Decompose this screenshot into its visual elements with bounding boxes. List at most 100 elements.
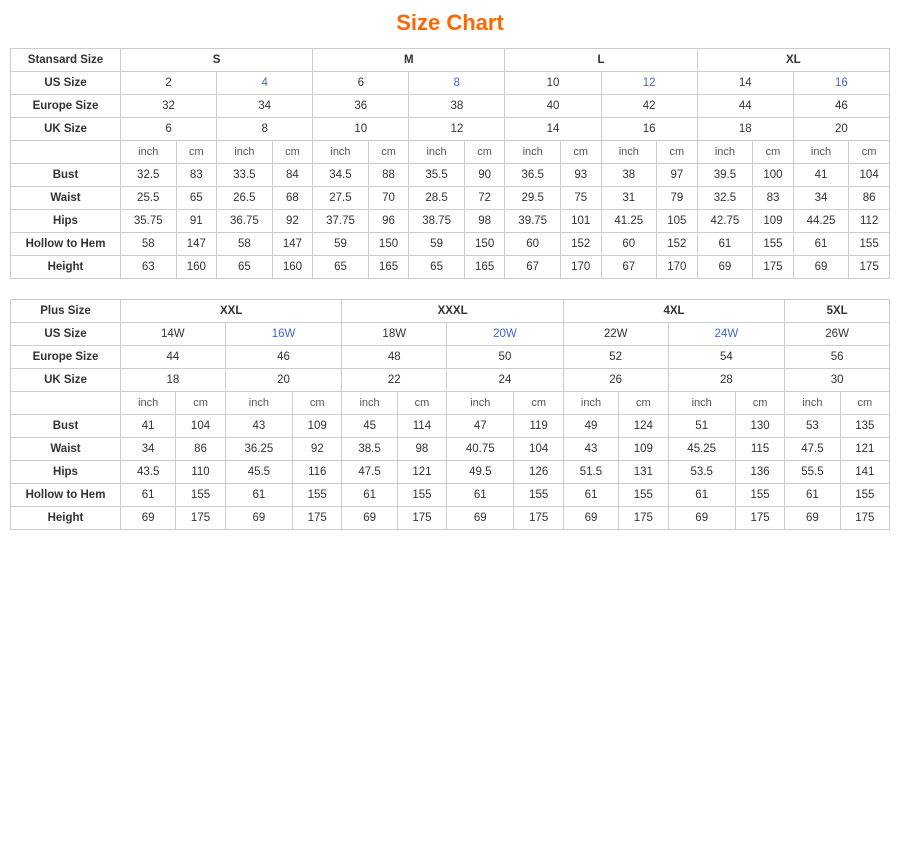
- unit-label: cm: [464, 141, 505, 164]
- waist-value: 75: [560, 187, 601, 210]
- hips-value: 49.5: [447, 461, 514, 484]
- height-value: 69: [697, 256, 753, 279]
- bust-value: 135: [840, 415, 889, 438]
- unit-label: inch: [697, 141, 753, 164]
- hollow-value: 155: [849, 233, 890, 256]
- hollow-label: Hollow to Hem: [11, 484, 121, 507]
- europe-size-value: 32: [121, 95, 217, 118]
- unit-label: inch: [409, 141, 465, 164]
- height-label: Height: [11, 256, 121, 279]
- europe-size-value: 44: [697, 95, 793, 118]
- waist-value: 83: [753, 187, 794, 210]
- hips-value: 53.5: [668, 461, 735, 484]
- waist-value: 98: [397, 438, 446, 461]
- bust-label: Bust: [11, 164, 121, 187]
- bust-value: 93: [560, 164, 601, 187]
- unit-label: inch: [505, 141, 561, 164]
- us-size-value: 14W: [121, 323, 226, 346]
- hollow-value: 61: [793, 233, 849, 256]
- hollow-value: 147: [272, 233, 313, 256]
- 5xl-header: 5XL: [785, 300, 890, 323]
- unit-label: inch: [563, 392, 618, 415]
- uk-size-value: 18: [121, 369, 226, 392]
- hips-label: Hips: [11, 461, 121, 484]
- europe-size-label: Europe Size: [11, 346, 121, 369]
- bust-value: 53: [785, 415, 840, 438]
- hips-value: 55.5: [785, 461, 840, 484]
- waist-value: 32.5: [697, 187, 753, 210]
- hollow-value: 155: [397, 484, 446, 507]
- waist-value: 43: [563, 438, 618, 461]
- waist-value: 26.5: [217, 187, 273, 210]
- height-value: 69: [225, 507, 292, 530]
- waist-value: 109: [619, 438, 668, 461]
- waist-value: 115: [735, 438, 784, 461]
- height-value: 65: [217, 256, 273, 279]
- hollow-value: 155: [514, 484, 563, 507]
- bust-value: 35.5: [409, 164, 465, 187]
- height-value: 160: [176, 256, 217, 279]
- waist-value: 36.25: [225, 438, 292, 461]
- us-size-value: 22W: [563, 323, 668, 346]
- hips-value: 116: [293, 461, 342, 484]
- height-value: 170: [657, 256, 698, 279]
- hips-value: 36.75: [217, 210, 273, 233]
- height-value: 175: [735, 507, 784, 530]
- us-size-value: 10: [505, 72, 601, 95]
- europe-size-value: 38: [409, 95, 505, 118]
- unit-spacer: [11, 141, 121, 164]
- us-size-value: 26W: [785, 323, 890, 346]
- bust-value: 34.5: [313, 164, 369, 187]
- hollow-value: 150: [464, 233, 505, 256]
- europe-size-label: Europe Size: [11, 95, 121, 118]
- bust-value: 97: [657, 164, 698, 187]
- bust-value: 51: [668, 415, 735, 438]
- unit-spacer: [11, 392, 121, 415]
- europe-size-value: 50: [447, 346, 564, 369]
- standard-size-header: Stansard Size: [11, 49, 121, 72]
- xxxl-header: XXXL: [342, 300, 563, 323]
- xxl-header: XXL: [121, 300, 342, 323]
- bust-value: 36.5: [505, 164, 561, 187]
- height-value: 160: [272, 256, 313, 279]
- plus-size-table: Plus Size XXL XXXL 4XL 5XL US Size14W16W…: [10, 299, 890, 530]
- hips-value: 43.5: [121, 461, 176, 484]
- waist-value: 38.5: [342, 438, 397, 461]
- europe-size-value: 52: [563, 346, 668, 369]
- hollow-value: 150: [368, 233, 409, 256]
- unit-label: cm: [735, 392, 784, 415]
- hollow-value: 155: [176, 484, 225, 507]
- europe-size-value: 56: [785, 346, 890, 369]
- height-value: 65: [409, 256, 465, 279]
- xl-header: XL: [697, 49, 889, 72]
- uk-size-value: 20: [793, 118, 889, 141]
- uk-size-value: 24: [447, 369, 564, 392]
- hips-value: 141: [840, 461, 889, 484]
- hips-value: 92: [272, 210, 313, 233]
- unit-label: cm: [293, 392, 342, 415]
- hips-value: 101: [560, 210, 601, 233]
- unit-label: cm: [368, 141, 409, 164]
- hollow-value: 59: [313, 233, 369, 256]
- hips-value: 45.5: [225, 461, 292, 484]
- height-value: 69: [793, 256, 849, 279]
- height-value: 175: [849, 256, 890, 279]
- hollow-label: Hollow to Hem: [11, 233, 121, 256]
- uk-size-value: 22: [342, 369, 447, 392]
- bust-value: 33.5: [217, 164, 273, 187]
- plus-size-table-wrapper: Plus Size XXL XXXL 4XL 5XL US Size14W16W…: [10, 299, 890, 530]
- uk-size-value: 18: [697, 118, 793, 141]
- waist-value: 65: [176, 187, 217, 210]
- us-size-value: 4: [217, 72, 313, 95]
- waist-label: Waist: [11, 187, 121, 210]
- us-size-value: 16: [793, 72, 889, 95]
- hollow-value: 58: [121, 233, 177, 256]
- europe-size-value: 34: [217, 95, 313, 118]
- bust-value: 43: [225, 415, 292, 438]
- unit-label: cm: [619, 392, 668, 415]
- uk-size-value: 16: [601, 118, 697, 141]
- hips-value: 38.75: [409, 210, 465, 233]
- hollow-value: 147: [176, 233, 217, 256]
- hollow-value: 61: [121, 484, 176, 507]
- unit-label: inch: [793, 141, 849, 164]
